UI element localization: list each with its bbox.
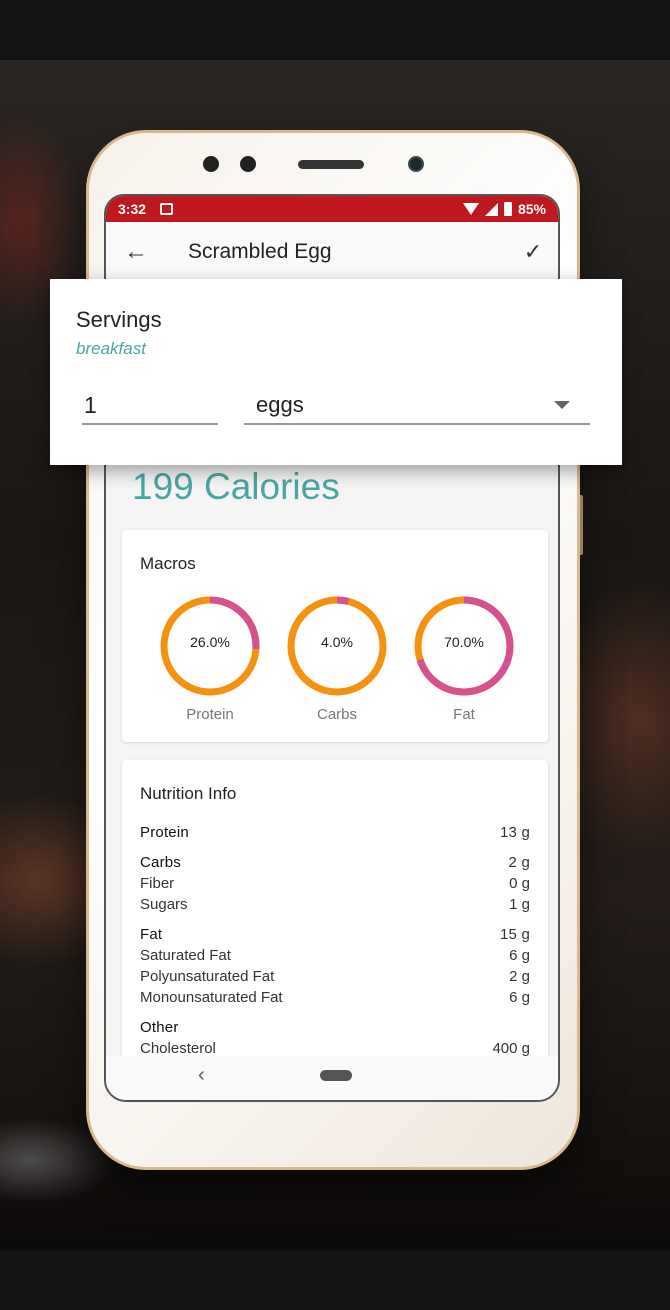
bottom-bar (0, 1250, 670, 1310)
checkmark-icon[interactable]: ✓ (508, 239, 558, 265)
carbs-label: Carbs (316, 706, 357, 723)
nutrient-value: 2 g (508, 854, 530, 871)
servings-dialog: Servings breakfast eggs (50, 279, 622, 465)
nutrient-value: 400 g (492, 1040, 530, 1057)
battery-level: 85% (517, 201, 546, 217)
nutrition-row: Fiber 0 g (140, 875, 530, 892)
nutrition-row: Protein 13 g (140, 824, 530, 841)
macros-card: Macros 26.0% Protein 4.0% Carbs 70.0% Fa… (122, 530, 548, 742)
nutrient-name: Other (140, 1019, 179, 1036)
servings-quantity-input[interactable] (82, 387, 218, 425)
nutrient-value: 6 g (509, 989, 530, 1006)
nutrition-row: Sugars 1 g (140, 896, 530, 913)
nutrient-value: 6 g (509, 947, 530, 964)
status-bar: 3:32 85% (106, 196, 558, 222)
nutrient-name: Monounsaturated Fat (140, 989, 283, 1006)
fat-label: Fat (453, 706, 475, 723)
nutrient-name: Carbs (140, 854, 182, 871)
sensor-icon (203, 156, 219, 172)
protein-percent: 26.0% (190, 634, 230, 650)
wifi-icon (462, 203, 479, 215)
nutrient-name: Saturated Fat (140, 947, 231, 964)
macro-fat: 70.0% Fat (412, 594, 516, 723)
nutrition-row: Fat 15 g (140, 926, 530, 943)
nutrition-card: Nutrition Info Protein 13 g Carbs 2 g Fi… (122, 760, 548, 1100)
calories-total: 199 Calories (132, 466, 340, 507)
page-title: Scrambled Egg (188, 239, 332, 263)
nutrient-name: Sugars (140, 896, 188, 913)
macro-carbs: 4.0% Carbs (285, 594, 389, 723)
nav-back-icon[interactable]: ‹ (198, 1064, 205, 1087)
nutrient-name: Cholesterol (140, 1040, 216, 1057)
dropdown-arrow-icon (554, 401, 570, 409)
status-time: 3:32 (118, 201, 147, 217)
back-arrow-icon[interactable]: ← (106, 238, 166, 266)
system-nav-bar: ‹ (106, 1056, 558, 1100)
nutrient-name: Fat (140, 926, 163, 943)
nutrient-value: 13 g (500, 824, 530, 841)
image-notification-icon (160, 203, 174, 215)
nutrition-row: Cholesterol 400 g (140, 1040, 530, 1057)
nutrient-name: Protein (140, 824, 189, 841)
nutrient-name: Polyunsaturated Fat (140, 968, 275, 985)
nutrition-row: Polyunsaturated Fat 2 g (140, 968, 530, 985)
macros-title: Macros (140, 554, 196, 573)
protein-label: Protein (186, 706, 234, 723)
sensor-icon (240, 156, 256, 172)
nutrition-row: Other (140, 1019, 530, 1036)
serving-unit-value: eggs (256, 392, 304, 417)
front-camera-icon (408, 156, 424, 172)
top-bar (0, 0, 670, 60)
fat-percent: 70.0% (444, 634, 484, 650)
speaker-grille (298, 160, 364, 169)
meal-subtitle: breakfast (76, 339, 146, 358)
nutrient-name: Fiber (140, 875, 175, 892)
nutrition-row: Saturated Fat 6 g (140, 947, 530, 964)
signal-icon (484, 202, 498, 216)
servings-title: Servings (76, 307, 162, 332)
nutrient-value: 15 g (500, 926, 530, 943)
nutrition-row: Monounsaturated Fat 6 g (140, 989, 530, 1006)
nutrient-value: 1 g (509, 896, 530, 913)
battery-icon (503, 202, 512, 216)
serving-unit-select[interactable]: eggs (244, 387, 590, 425)
home-pill-button[interactable] (320, 1070, 352, 1081)
nutrition-row: Carbs 2 g (140, 854, 530, 871)
macro-protein: 26.0% Protein (158, 594, 262, 723)
nutrient-value: 0 g (509, 875, 530, 892)
nutrient-value: 2 g (509, 968, 530, 985)
carbs-percent: 4.0% (321, 634, 353, 650)
nutrition-title: Nutrition Info (140, 784, 237, 803)
app-bar: ← Scrambled Egg ✓ (106, 222, 558, 282)
